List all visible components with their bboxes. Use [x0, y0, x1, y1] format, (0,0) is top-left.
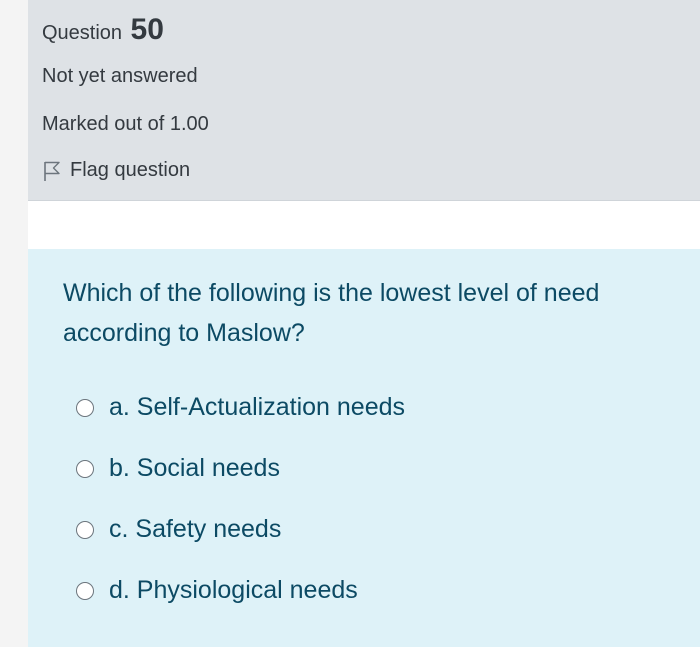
- question-text: Which of the following is the lowest lev…: [63, 279, 600, 347]
- page-margin: [0, 0, 28, 647]
- answer-label-a[interactable]: a. Self-Actualization needs: [109, 393, 405, 422]
- answer-option-b[interactable]: b. Social needs: [76, 454, 280, 483]
- answer-label-d[interactable]: d. Physiological needs: [109, 576, 358, 605]
- question-state: Not yet answered: [42, 65, 198, 87]
- radio-button-d[interactable]: [76, 581, 94, 600]
- question-grade: Marked out of 1.00: [42, 113, 209, 135]
- answer-label-c[interactable]: c. Safety needs: [109, 515, 281, 544]
- answer-option-a[interactable]: a. Self-Actualization needs: [76, 393, 405, 422]
- question-heading: Question 50: [42, 13, 164, 47]
- radio-button-a[interactable]: [76, 398, 94, 417]
- question-label: Question: [42, 22, 123, 44]
- flag-question-label: Flag question: [70, 159, 191, 181]
- panel-separator: [28, 201, 700, 249]
- answer-option-d[interactable]: d. Physiological needs: [76, 576, 358, 605]
- answer-label-b[interactable]: b. Social needs: [109, 454, 280, 483]
- answer-option-c[interactable]: c. Safety needs: [76, 515, 281, 544]
- question-info-panel: Question 50 Not yet answered Marked out …: [28, 0, 700, 201]
- radio-button-b[interactable]: [76, 459, 94, 478]
- flag-icon: [42, 160, 62, 182]
- flag-question-link[interactable]: Flag question: [42, 159, 190, 182]
- question-content-panel: Which of the following is the lowest lev…: [28, 249, 700, 647]
- radio-button-c[interactable]: [76, 520, 94, 539]
- question-number: 50: [130, 13, 164, 46]
